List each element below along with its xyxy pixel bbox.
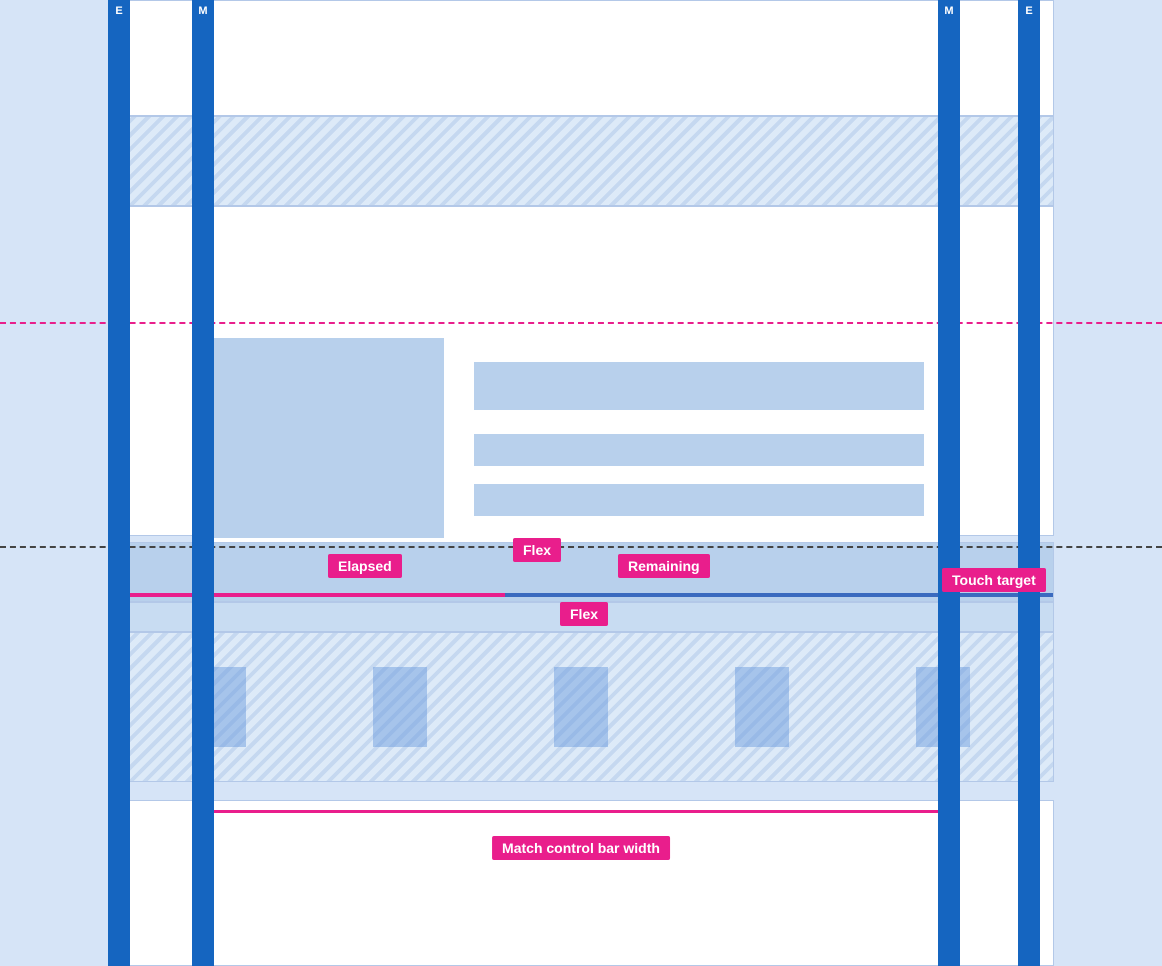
col-guide-e-left xyxy=(108,0,130,966)
flex-badge-bottom: Flex xyxy=(560,602,608,626)
black-dashed-guideline xyxy=(0,546,1162,548)
col-badge-m-left: M xyxy=(192,0,214,22)
progress-remaining-fill xyxy=(505,593,1053,597)
progress-section xyxy=(108,542,1054,602)
progress-elapsed-fill xyxy=(109,593,505,597)
col-guide-m-right xyxy=(938,0,960,966)
bottom-section xyxy=(108,800,1054,966)
col-guide-m-left xyxy=(192,0,214,966)
text-row-subtitle xyxy=(474,434,924,466)
col-badge-e-left: E xyxy=(108,0,130,22)
flex-badge-bottom-container: Flex xyxy=(560,602,608,626)
icon-box-3 xyxy=(554,667,608,747)
content-card xyxy=(214,322,938,542)
bottom-pink-guideline xyxy=(214,810,938,813)
pink-dashed-guideline xyxy=(0,322,1162,324)
hatched-icon-row xyxy=(108,632,1054,782)
col-guide-e-right xyxy=(1018,0,1040,966)
section-hatched-top xyxy=(108,116,1054,206)
icon-box-4 xyxy=(735,667,789,747)
col-badge-e-right: E xyxy=(1018,0,1040,22)
icon-box-2 xyxy=(373,667,427,747)
col-badge-m-right: M xyxy=(938,0,960,22)
match-control-badge-container: Match control bar width xyxy=(492,836,670,860)
section-top-white xyxy=(108,0,1054,116)
match-control-badge: Match control bar width xyxy=(492,836,670,860)
right-margin-panel xyxy=(1040,0,1162,966)
thumbnail-placeholder xyxy=(214,338,444,538)
text-row-title xyxy=(474,362,924,410)
left-margin-panel xyxy=(0,0,108,966)
text-row-body xyxy=(474,484,924,516)
